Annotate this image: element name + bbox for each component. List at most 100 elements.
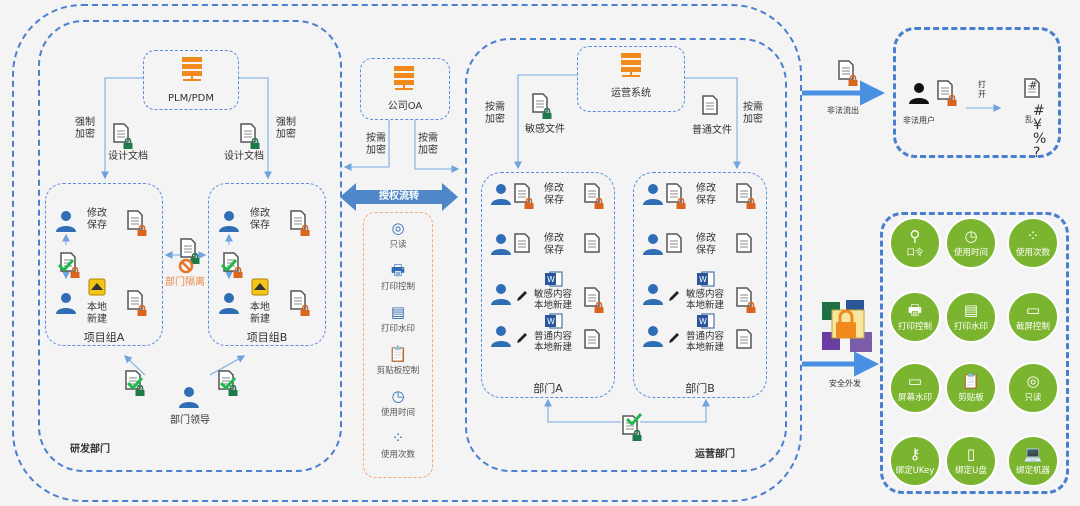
feature-label: 使用次数 <box>1015 248 1050 258</box>
control-icon: 📋 <box>388 345 408 363</box>
row-label: 修改 保存 <box>544 233 564 256</box>
control-item: 🖶 打印控制 <box>363 260 433 302</box>
modify-save-label: 修改 保存 <box>87 208 107 231</box>
feature-3: ⁘ 使用次数 <box>1007 217 1059 269</box>
row-label: 普通内容 本地新建 <box>534 331 573 353</box>
feature-10: ⚷ 绑定UKey <box>889 435 941 487</box>
feature-label: 口令 <box>906 248 924 258</box>
feature-5: ▤ 打印水印 <box>945 291 997 343</box>
feature-8: 📋 剪贴板 <box>945 362 997 414</box>
row-label: 敏感内容 本地新建 <box>534 289 573 311</box>
feature-label: 屏幕水印 <box>897 393 932 403</box>
doc-icon <box>736 329 752 353</box>
feature-icon: 📋 <box>961 372 981 390</box>
oa-label: 公司OA <box>387 101 423 112</box>
control-label: 打印水印 <box>380 324 415 334</box>
force-encrypt-left: 强制 加密 <box>75 117 95 140</box>
doc-icon <box>666 233 682 257</box>
server-icon <box>181 56 203 86</box>
controls-list: ◎ 只读 🖶 打印控制 ▤ 打印水印 📋 剪贴板控制 ◷ 使用时间 ⁘ 使用次数 <box>363 218 433 470</box>
sensitive-file-icon <box>532 93 552 119</box>
control-label: 剪贴板控制 <box>376 366 420 376</box>
control-label: 打印控制 <box>380 282 415 292</box>
design-doc-right: 设计文档 <box>224 151 264 162</box>
doc-icon <box>736 233 752 257</box>
feature-label: 绑定机器 <box>1015 466 1050 476</box>
encrypted-doc-icon <box>290 210 310 236</box>
garbled-label: 乱 <box>1025 115 1033 124</box>
normal-file-icon <box>702 95 718 119</box>
feature-4: 🖶 打印控制 <box>889 291 941 343</box>
feature-label: 剪贴板 <box>958 393 984 403</box>
svg-text:W: W <box>547 275 555 284</box>
modify-save-label: 修改 保存 <box>250 208 270 231</box>
feature-icon: 🖶 <box>907 301 923 319</box>
control-icon: 🖶 <box>390 261 406 279</box>
feature-7: ▭ 屏幕水印 <box>889 362 941 414</box>
dept-a-label: 部门A <box>533 382 563 395</box>
control-label: 只读 <box>389 240 407 250</box>
row-label: 普通内容 本地新建 <box>686 331 725 353</box>
control-item: ◎ 只读 <box>363 218 433 260</box>
ops-on-demand-right: 按需 加密 <box>743 102 763 125</box>
user-icon <box>642 325 664 351</box>
illegal-user-label: 非法用户 <box>903 116 935 125</box>
control-icon: ◷ <box>391 387 405 405</box>
encrypted-doc-icon <box>736 287 756 313</box>
feature-6: ▭ 截屏控制 <box>1007 291 1059 343</box>
local-new-label: 本地 新建 <box>250 302 270 325</box>
force-encrypt-right: 强制 加密 <box>276 117 296 140</box>
plm-label: PLM/PDM <box>168 93 214 104</box>
encrypted-doc-icon <box>127 290 147 316</box>
new-file-icon <box>88 278 106 300</box>
check-icon <box>625 410 643 429</box>
control-label: 使用时间 <box>380 408 415 418</box>
feature-label: 只读 <box>1024 393 1042 403</box>
feature-icon: ▯ <box>966 445 976 463</box>
feature-11: ▯ 绑定U盘 <box>945 435 997 487</box>
doc-icon <box>514 233 530 257</box>
user-icon <box>218 292 240 318</box>
pencil-icon <box>516 329 528 348</box>
word-icon: W <box>697 271 715 291</box>
locked-design-doc-icon <box>240 123 260 149</box>
dept-b-label: 部门B <box>685 382 715 395</box>
word-icon: W <box>545 271 563 291</box>
feature-icon: ◎ <box>1026 372 1040 390</box>
hash-glyph: # <box>1029 80 1038 91</box>
pencil-icon <box>668 287 680 306</box>
control-icon: ⁘ <box>391 429 405 447</box>
encrypted-doc-icon <box>736 183 756 209</box>
oa-on-demand-right: 按需 加密 <box>418 133 438 156</box>
ops-system-label: 运营系统 <box>611 88 651 99</box>
feature-icon: ▭ <box>1025 301 1041 319</box>
control-item: ⁘ 使用次数 <box>363 428 433 470</box>
check-icon <box>219 374 237 393</box>
ops-dept-label: 运营部门 <box>695 449 735 460</box>
feature-icon: ⚲ <box>909 227 921 245</box>
open-label: 打 开 <box>978 80 986 99</box>
leader-label: 部门领导 <box>170 415 210 426</box>
user-icon <box>490 283 512 309</box>
feature-icon: ▤ <box>963 301 979 319</box>
row-label: 敏感内容 本地新建 <box>686 289 725 311</box>
doc-icon <box>584 233 600 257</box>
feature-icon: 💻 <box>1023 445 1043 463</box>
doc-icon <box>584 329 600 353</box>
svg-text:W: W <box>547 317 555 326</box>
illegal-user-icon <box>908 82 930 108</box>
feature-label: 打印控制 <box>897 322 932 332</box>
design-doc-left: 设计文档 <box>108 151 148 162</box>
control-icon: ▤ <box>390 303 406 321</box>
user-icon <box>642 183 664 209</box>
feature-9: ◎ 只读 <box>1007 362 1059 414</box>
encrypted-doc-icon <box>937 80 957 106</box>
svg-text:W: W <box>699 275 707 284</box>
word-icon: W <box>697 313 715 333</box>
encrypted-doc-icon <box>290 290 310 316</box>
encrypted-doc-icon <box>584 287 604 313</box>
row-label: 修改 保存 <box>696 233 716 256</box>
control-item: ▤ 打印水印 <box>363 302 433 344</box>
encrypted-doc-icon <box>584 183 604 209</box>
feature-icon: ⁘ <box>1026 227 1040 245</box>
